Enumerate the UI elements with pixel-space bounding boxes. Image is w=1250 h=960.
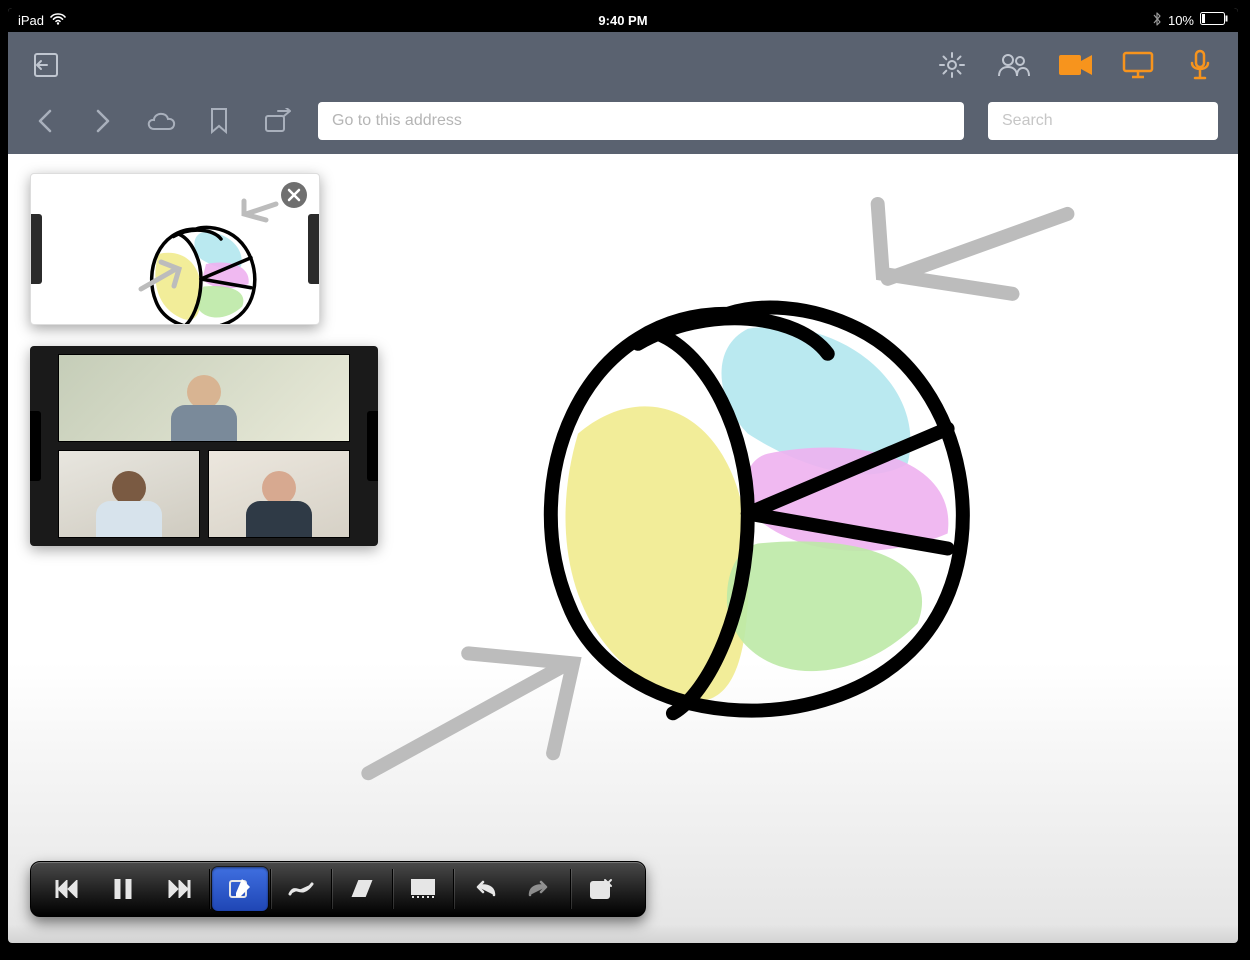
- clear-button[interactable]: [573, 867, 629, 911]
- redo-button[interactable]: [512, 867, 568, 911]
- video-feed[interactable]: [58, 354, 350, 442]
- exit-button[interactable]: [28, 47, 64, 83]
- separator: [392, 869, 393, 909]
- participants-icon[interactable]: [996, 47, 1032, 83]
- undo-button[interactable]: [456, 867, 512, 911]
- share-icon[interactable]: [260, 104, 294, 138]
- annotate-button[interactable]: [212, 867, 268, 911]
- whiteboard-thumb-panel[interactable]: [30, 173, 320, 325]
- freehand-tool-button[interactable]: [273, 867, 329, 911]
- separator: [331, 869, 332, 909]
- status-bar: iPad 9:40 PM 10%: [8, 8, 1238, 32]
- search-input[interactable]: [988, 102, 1218, 140]
- microphone-icon[interactable]: [1182, 47, 1218, 83]
- thumb-drawing: [31, 174, 320, 325]
- panel-handle-right[interactable]: [308, 214, 320, 284]
- separator: [453, 869, 454, 909]
- whiteboard-button[interactable]: [395, 867, 451, 911]
- battery-text: 10%: [1168, 13, 1194, 28]
- pause-button[interactable]: [95, 867, 151, 911]
- gear-icon[interactable]: [934, 47, 970, 83]
- panel-handle-left[interactable]: [30, 214, 42, 284]
- close-thumb-button[interactable]: [281, 182, 307, 208]
- app-screen: iPad 9:40 PM 10%: [8, 8, 1238, 943]
- video-icon[interactable]: [1058, 47, 1094, 83]
- nav-row: [8, 98, 1238, 154]
- video-panel[interactable]: [30, 346, 378, 546]
- panel-handle-left[interactable]: [30, 411, 41, 481]
- bottom-toolbar: [30, 861, 646, 917]
- battery-icon: [1200, 12, 1228, 28]
- eraser-button[interactable]: [334, 867, 390, 911]
- forward-button[interactable]: [86, 104, 120, 138]
- separator: [270, 869, 271, 909]
- video-grid: [58, 354, 350, 538]
- cloud-icon[interactable]: [144, 104, 178, 138]
- skip-back-button[interactable]: [39, 867, 95, 911]
- bookmark-icon[interactable]: [202, 104, 236, 138]
- separator: [209, 869, 210, 909]
- bluetooth-icon: [1152, 12, 1162, 29]
- separator: [570, 869, 571, 909]
- panel-handle-right[interactable]: [367, 411, 378, 481]
- top-toolbar: [8, 32, 1238, 98]
- video-feed[interactable]: [58, 450, 200, 538]
- back-button[interactable]: [28, 104, 62, 138]
- clock: 9:40 PM: [598, 13, 647, 28]
- video-feed[interactable]: [208, 450, 350, 538]
- wifi-icon: [50, 13, 66, 28]
- address-input[interactable]: [318, 102, 964, 140]
- screenshare-icon[interactable]: [1120, 47, 1156, 83]
- device-label: iPad: [18, 13, 44, 28]
- skip-forward-button[interactable]: [151, 867, 207, 911]
